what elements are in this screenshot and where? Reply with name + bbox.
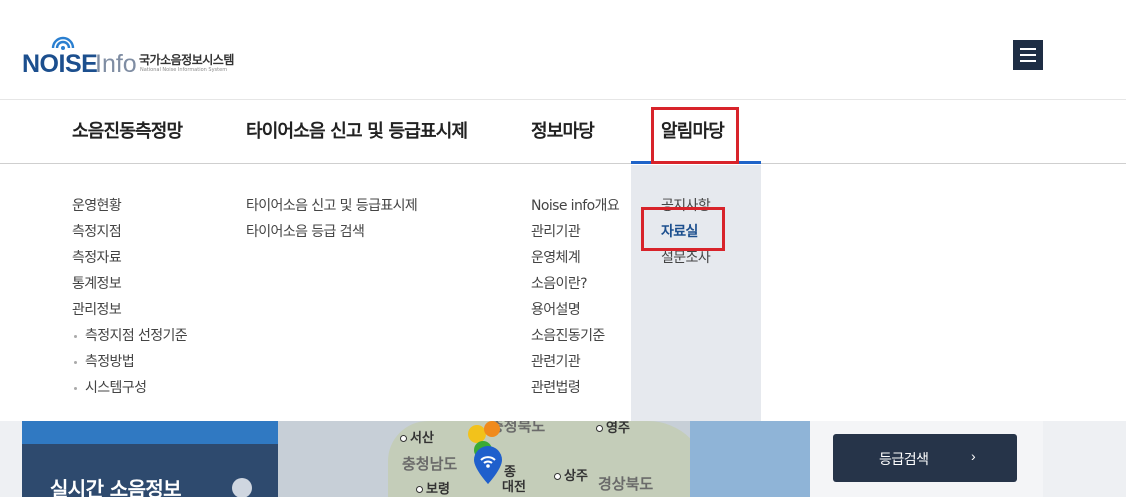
menu-link-related-laws[interactable]: 관련법령: [531, 375, 619, 401]
logo-english-title: National Noise Information System: [140, 67, 228, 73]
menu-link-operation-system[interactable]: 운영체계: [531, 245, 619, 271]
chevron-right-icon: ›: [971, 448, 976, 464]
city-dot-icon: [400, 435, 407, 442]
bullet-icon: [74, 335, 77, 338]
mega-menu: 운영현황 측정지점 측정자료 통계정보 관리정보 측정지점 선정기준 측정방법 …: [0, 165, 1126, 421]
map-sea: [690, 421, 810, 497]
menu-link-operation-status[interactable]: 운영현황: [72, 193, 187, 219]
logo-brand: NOISE: [22, 50, 98, 78]
submenu-link-measurement-method[interactable]: 측정방법: [72, 349, 187, 375]
city-dot-icon: [416, 486, 423, 493]
menu-link-noise-standards[interactable]: 소음진동기준: [531, 323, 619, 349]
menu-link-related-agencies[interactable]: 관련기관: [531, 349, 619, 375]
map-label-gyeongbuk: 경상북도: [598, 475, 654, 493]
map-label-sangju: 상주: [554, 465, 588, 484]
site-header: NOISE Info 국가소음정보시스템 National Noise Info…: [0, 0, 1126, 100]
menu-link-management-info[interactable]: 관리정보: [72, 297, 187, 323]
map-pin-icon[interactable]: [484, 421, 500, 437]
map-label-boryeong: 보령: [416, 478, 450, 497]
map-pin-wifi-icon[interactable]: [472, 445, 504, 485]
bullet-icon: [74, 361, 77, 364]
nav-item-info[interactable]: 정보마당: [531, 100, 595, 164]
menu-link-tire-grade-system[interactable]: 타이어소음 신고 및 등급표시제: [246, 193, 418, 219]
signal-icon: [51, 36, 75, 50]
mega-col-tire-noise: 타이어소음 신고 및 등급표시제 타이어소음 등급 검색: [246, 193, 418, 245]
city-dot-icon: [554, 473, 561, 480]
menu-link-glossary[interactable]: 용어설명: [531, 297, 619, 323]
site-logo[interactable]: NOISE Info 국가소음정보시스템 National Noise Info…: [22, 34, 262, 78]
panel-top-strip: [22, 421, 278, 444]
highlight-box-archive: [641, 207, 725, 251]
menu-link-statistics[interactable]: 통계정보: [72, 271, 187, 297]
nav-item-tire-noise[interactable]: 타이어소음 신고 및 등급표시제: [246, 100, 468, 164]
map-label-daejeon: 대전: [502, 480, 526, 495]
realtime-noise-title: 실시간 소음정보: [50, 477, 182, 497]
menu-link-measurement-data[interactable]: 측정자료: [72, 245, 187, 271]
menu-link-agencies[interactable]: 관리기관: [531, 219, 619, 245]
city-dot-icon: [596, 425, 603, 432]
logo-info: Info: [95, 50, 137, 78]
map-label-chungnam: 충청남도: [402, 455, 458, 473]
submenu-link-selection-criteria[interactable]: 측정지점 선정기준: [72, 323, 188, 349]
realtime-panel: 실시간 소음정보: [22, 421, 278, 497]
logo-korean-title: 국가소음정보시스템: [139, 53, 234, 67]
nav-item-noise-network[interactable]: 소음진동측정망: [72, 100, 183, 164]
page-content-behind: 실시간 소음정보 서산 충청남도 보령 종 대전 상주 경상북도 영주 충청북도: [0, 421, 1126, 497]
main-nav: 소음진동측정망 타이어소음 신고 및 등급표시제 정보마당 알림마당: [0, 100, 1126, 164]
mega-col-info: Noise info개요 관리기관 운영체계 소음이란? 용어설명 소음진동기준…: [531, 193, 620, 401]
menu-link-overview[interactable]: Noise info개요: [531, 193, 620, 219]
menu-link-what-is-noise[interactable]: 소음이란?: [531, 271, 619, 297]
submenu-link-system-config[interactable]: 시스템구성: [72, 375, 187, 401]
map-label-yeongju: 영주: [596, 421, 630, 436]
grade-search-label: 등급검색: [879, 452, 929, 468]
refresh-icon[interactable]: [232, 478, 252, 497]
highlight-box-nav: [651, 107, 739, 164]
menu-link-tire-grade-search[interactable]: 타이어소음 등급 검색: [246, 219, 417, 245]
hamburger-icon[interactable]: [1013, 40, 1043, 70]
menu-link-measurement-points[interactable]: 측정지점: [72, 219, 187, 245]
mega-col-noise-network: 운영현황 측정지점 측정자료 통계정보 관리정보 측정지점 선정기준 측정방법 …: [72, 193, 188, 401]
noise-map[interactable]: 서산 충청남도 보령 종 대전 상주 경상북도 영주 충청북도: [278, 421, 810, 497]
bullet-icon: [74, 387, 77, 390]
grade-search-button[interactable]: 등급검색 ›: [833, 434, 1017, 482]
map-label-seosan: 서산: [400, 427, 434, 446]
